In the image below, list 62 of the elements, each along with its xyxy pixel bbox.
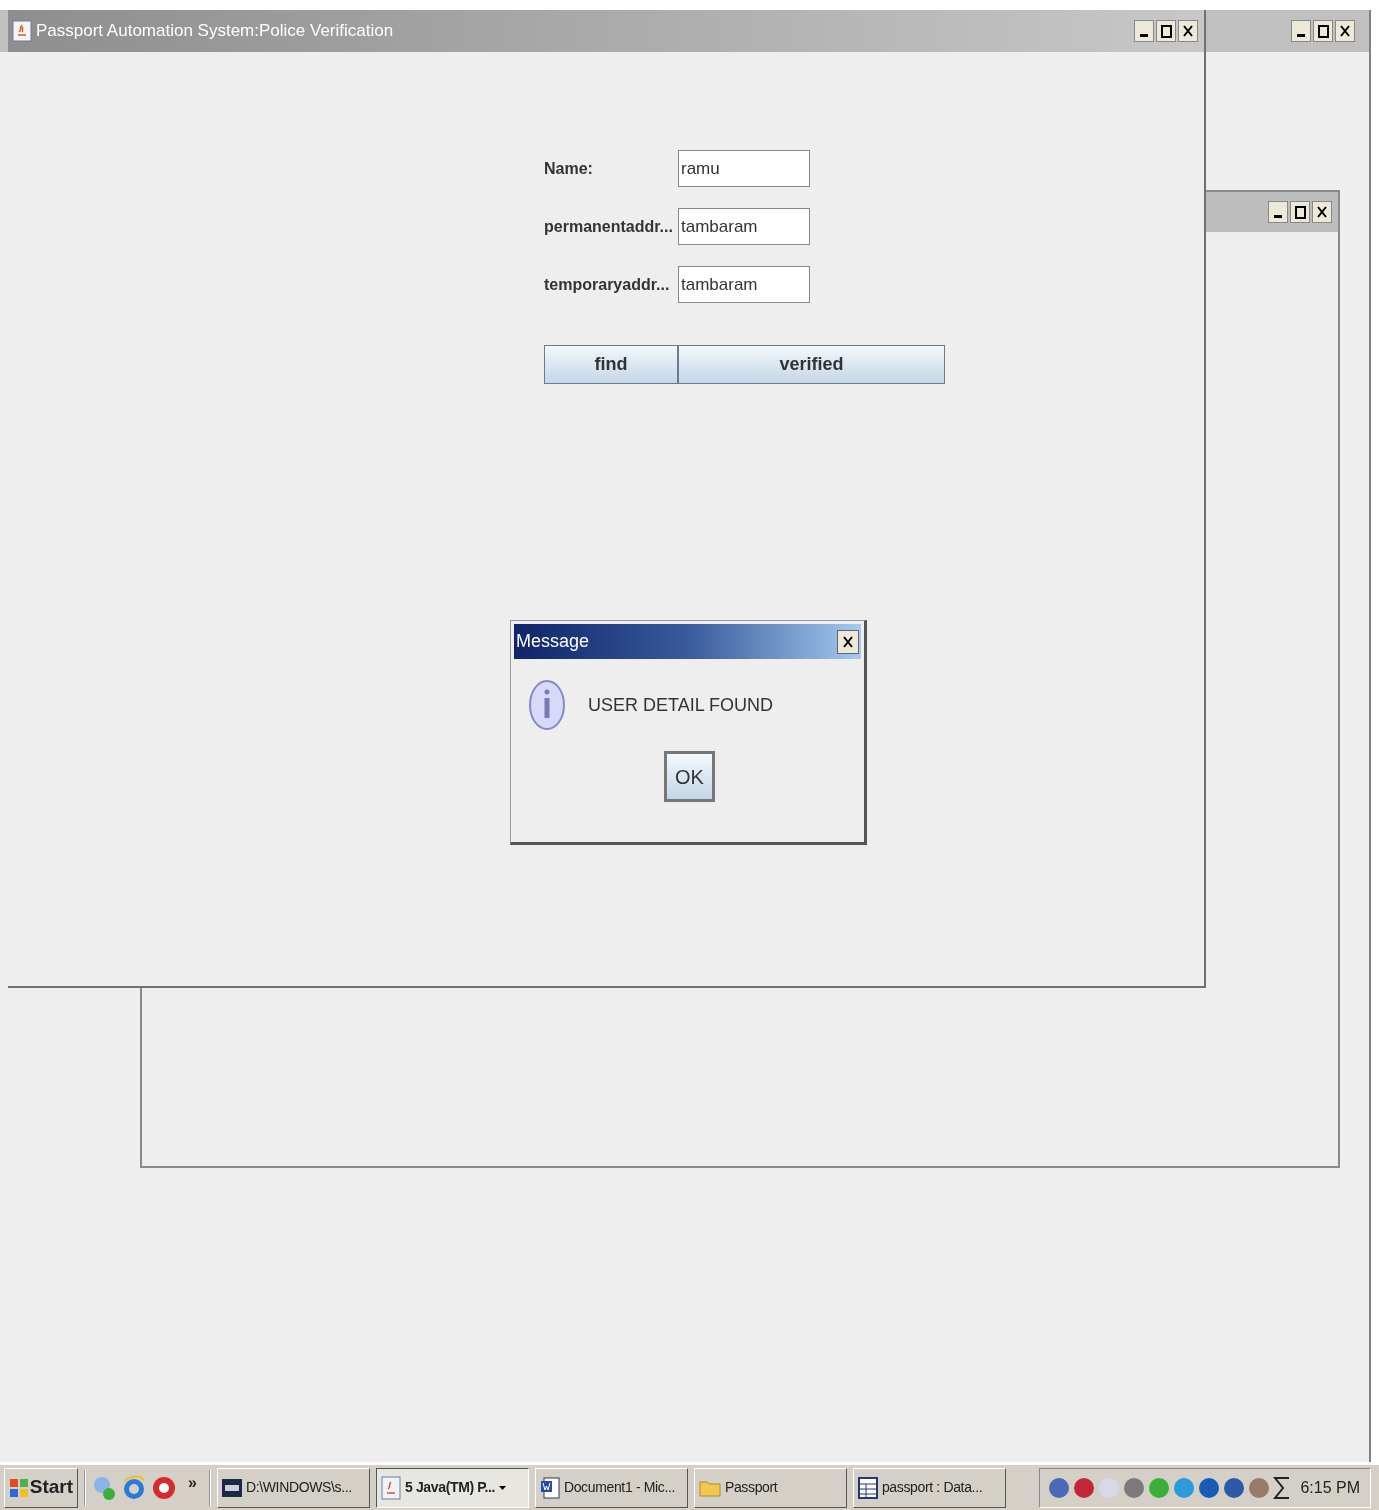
dropdown-icon: [499, 1485, 507, 1490]
close-icon: [1317, 206, 1327, 218]
browser-icon: [122, 1474, 146, 1501]
ok-button[interactable]: OK: [664, 751, 715, 802]
document-icon: [539, 1476, 560, 1499]
minimize-icon: [1274, 215, 1282, 218]
field-label: Name:: [544, 158, 594, 179]
tray-icon: [1098, 1475, 1120, 1500]
close-button[interactable]: [1312, 201, 1332, 223]
tray-icon: [1048, 1475, 1070, 1500]
text-field[interactable]: ramu: [678, 150, 810, 187]
maximize-button[interactable]: [1313, 20, 1333, 42]
maximize-button[interactable]: [1156, 20, 1176, 42]
close-button[interactable]: [1178, 20, 1198, 42]
maximize-icon: [1317, 24, 1329, 38]
circle-logo-icon: [152, 1474, 176, 1501]
maximize-button[interactable]: [1290, 201, 1310, 223]
dialog-message: USER DETAIL FOUND: [588, 693, 774, 717]
console-icon: [221, 1478, 242, 1497]
minimize-icon: [1140, 34, 1148, 37]
network-icon: [92, 1474, 116, 1501]
maximize-icon: [1294, 205, 1306, 219]
verified-button[interactable]: verified: [678, 345, 945, 384]
more-button[interactable]: »: [182, 1465, 203, 1495]
tray-icon: [1148, 1475, 1170, 1500]
tray-icon: [1198, 1475, 1220, 1500]
taskbar-button[interactable]: 5 Java(TM) P...: [375, 1467, 529, 1508]
tray-icon: [1073, 1475, 1095, 1500]
close-button[interactable]: [837, 629, 859, 654]
field-label: permanentaddr...: [544, 216, 674, 237]
taskbar-button[interactable]: passport : Data...: [852, 1467, 1006, 1508]
minimize-button[interactable]: [1134, 20, 1154, 42]
tray-icon: [1223, 1475, 1245, 1500]
window-title: Passport Automation System:Police Verification: [36, 20, 395, 43]
info-icon: [528, 679, 566, 731]
taskbar-button[interactable]: Passport: [693, 1467, 847, 1508]
maximize-icon: [1160, 24, 1172, 38]
close-icon: [843, 635, 853, 648]
text-field[interactable]: tambaram: [678, 208, 810, 245]
tray-icon: [1123, 1475, 1145, 1500]
minimize-button[interactable]: [1268, 201, 1288, 223]
tray-icon: [1248, 1475, 1270, 1500]
text-field[interactable]: tambaram: [678, 266, 810, 303]
start-button[interactable]: Start: [4, 1467, 78, 1508]
field-label: temporaryaddr...: [544, 274, 671, 295]
close-icon: [1340, 25, 1350, 37]
taskbar-button[interactable]: Document1 - Mic...: [534, 1467, 688, 1508]
close-button[interactable]: [1335, 20, 1355, 42]
table-icon: [857, 1476, 878, 1499]
dialog-title: Message: [516, 630, 590, 653]
clock: 6:15 PM: [1300, 1477, 1360, 1498]
java-icon: [12, 20, 32, 42]
minimize-button[interactable]: [1291, 20, 1311, 42]
close-icon: [1183, 25, 1193, 37]
taskbar-button[interactable]: D:\WINDOWS\s...: [216, 1467, 370, 1508]
minimize-icon: [1297, 34, 1305, 37]
folder-icon: [698, 1478, 721, 1497]
find-button[interactable]: find: [544, 345, 678, 384]
tray-icon: [1173, 1475, 1195, 1500]
windows-logo-icon: [9, 1476, 28, 1499]
java-icon: [380, 1475, 401, 1500]
sigma-icon: [1273, 1475, 1291, 1500]
